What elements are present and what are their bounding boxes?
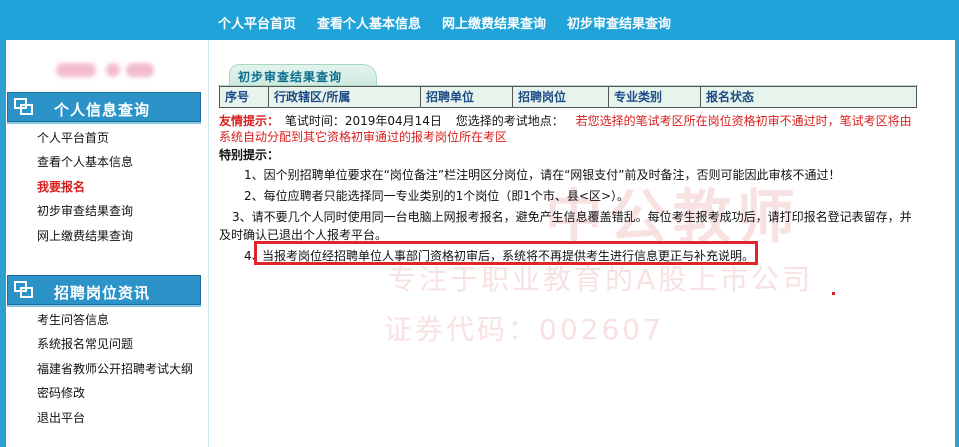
warning-text-line1: 若您选择的笔试考区所在岗位资格初审不通过时，笔试考区将由	[575, 114, 912, 128]
special-tip-3-line1: 3、请不要几个人同时使用同一台电脑上网报考报名，避免产生信息覆盖错乱。每位考生报…	[232, 210, 912, 224]
exam-location-label: 您选择的考试地点：	[455, 114, 564, 128]
sidebar-item-logout[interactable]: 退出平台	[37, 406, 193, 430]
sidebar-item-qa[interactable]: 考生问答信息	[37, 308, 193, 332]
tips-line: 友情提示： 笔试时间：2019年04月14日 您选择的考试地点： 若您选择的笔试…	[219, 112, 912, 129]
col-header-district: 行政辖区/所属	[269, 87, 421, 107]
sidebar-item-basic-info[interactable]: 查看个人基本信息	[37, 150, 133, 174]
sidebar-item-payment-result[interactable]: 网上缴费结果查询	[37, 224, 133, 248]
results-table-header: 序号 行政辖区/所属 招聘单位 招聘岗位 专业类别 报名状态	[219, 86, 917, 108]
frame-right-border	[955, 40, 959, 447]
tab-review-result[interactable]: 初步审查结果查询	[229, 64, 377, 86]
sidebar-divider	[208, 40, 209, 447]
panel-underline	[7, 122, 201, 124]
panel-title-job-news: 招聘岗位资讯	[54, 284, 151, 302]
blurred-user-name	[56, 63, 156, 77]
nav-link-payment-result[interactable]: 网上缴费结果查询	[442, 13, 546, 32]
col-header-index: 序号	[220, 87, 269, 107]
highlight-box	[254, 241, 758, 265]
window-icon	[14, 98, 34, 116]
sidebar-item-review-result[interactable]: 初步审查结果查询	[37, 199, 133, 223]
panel-header-personal-info: 个人信息查询	[7, 92, 201, 122]
nav-link-review-result[interactable]: 初步审查结果查询	[567, 13, 671, 32]
special-tip-1: 1、因个别招聘单位要求在“岗位备注”栏注明区分岗位，请在“网银支付”前及时备注，…	[244, 168, 841, 182]
panel-header-job-news: 招聘岗位资讯	[7, 275, 201, 305]
watermark-stock-code: 证券代码：002607	[384, 313, 664, 346]
tips-label: 友情提示：	[219, 114, 280, 128]
col-header-status: 报名状态	[706, 90, 755, 104]
col-header-unit: 招聘单位	[421, 87, 513, 107]
top-nav-bar: 个人平台首页 查看个人基本信息 网上缴费结果查询 初步审查结果查询	[0, 0, 959, 40]
col-header-major: 专业类别	[609, 87, 701, 107]
sidebar-menu-news: 考生问答信息 系统报名常见问题 福建省教师公开招聘考试大纲 密码修改 退出平台	[37, 308, 193, 430]
sidebar-item-apply[interactable]: 我要报名	[37, 175, 133, 199]
nav-link-home[interactable]: 个人平台首页	[218, 13, 296, 32]
sidebar-item-faq[interactable]: 系统报名常见问题	[37, 332, 193, 356]
panel-underline	[7, 305, 201, 307]
sidebar-item-password[interactable]: 密码修改	[37, 381, 193, 405]
exam-time: 笔试时间：2019年04月14日	[284, 114, 442, 128]
sidebar-item-exam-outline[interactable]: 福建省教师公开招聘考试大纲	[37, 357, 193, 381]
sidebar-menu-personal: 个人平台首页 查看个人基本信息 我要报名 初步审查结果查询 网上缴费结果查询	[37, 126, 133, 248]
special-tips-label: 特别提示：	[219, 148, 280, 162]
nav-link-basic-info[interactable]: 查看个人基本信息	[317, 13, 421, 32]
top-nav-links: 个人平台首页 查看个人基本信息 网上缴费结果查询 初步审查结果查询	[218, 13, 692, 32]
col-header-position: 招聘岗位	[513, 87, 609, 107]
window-icon	[14, 281, 34, 299]
red-dot-mark	[832, 292, 835, 295]
warning-text-line2: 系统自动分配到其它资格初审通过的报考岗位所在考区	[219, 130, 508, 144]
sidebar-item-home[interactable]: 个人平台首页	[37, 126, 133, 150]
panel-title-personal-info: 个人信息查询	[54, 101, 151, 119]
special-tip-2: 2、每位应聘者只能选择同一专业类别的1个岗位（即1个市、县<区>）。	[244, 189, 630, 203]
tab-review-result-label: 初步审查结果查询	[238, 70, 343, 84]
